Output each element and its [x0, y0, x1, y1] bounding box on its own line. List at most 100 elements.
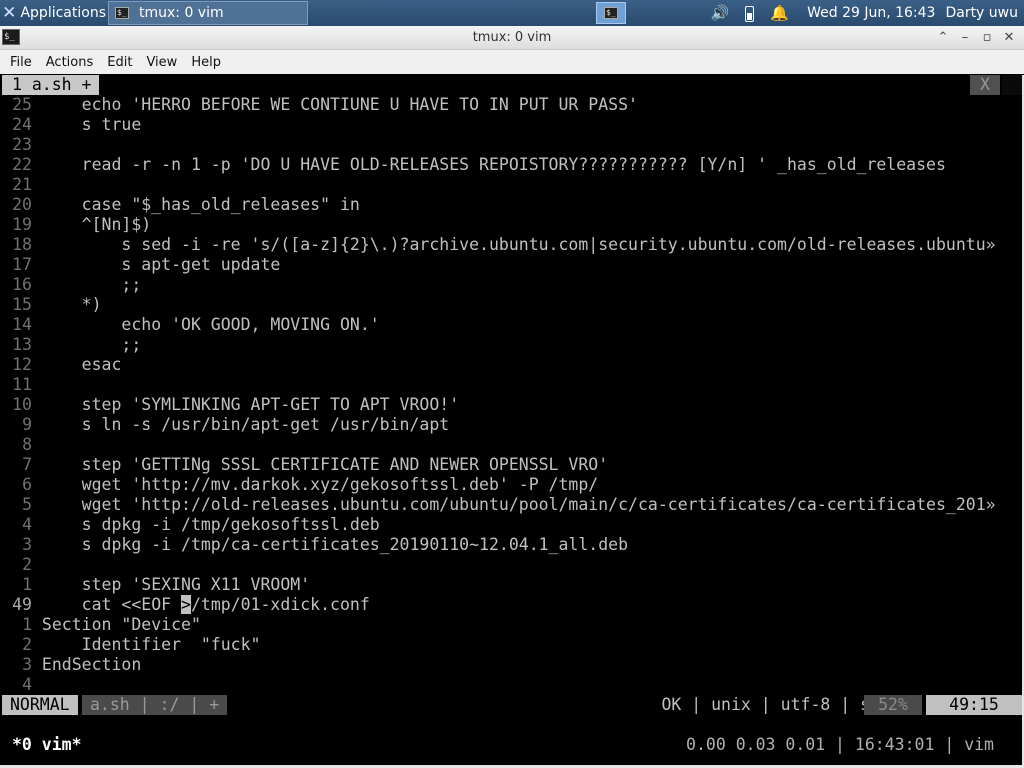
line-number: 2	[22, 555, 32, 574]
code-line[interactable]: 11	[2, 375, 42, 395]
window-title: tmux: 0 vim	[472, 30, 552, 45]
code-line[interactable]: 4	[2, 675, 42, 695]
battery-icon[interactable]	[745, 4, 755, 22]
line-text: s dpkg -i /tmp/ca-certificates_20190110~…	[32, 535, 629, 554]
line-number: 23	[12, 135, 32, 154]
line-text	[32, 375, 42, 395]
line-number: 2	[22, 635, 32, 654]
code-line[interactable]: 7 step 'GETTINg SSSL CERTIFICATE AND NEW…	[2, 455, 608, 475]
line-text: Identifier "fuck"	[32, 635, 261, 654]
line-text: case "$_has_old_releases" in	[32, 195, 360, 214]
terminal-area[interactable]: 1 a.sh + X 25 echo 'HERRO BEFORE WE CONT…	[2, 75, 1022, 765]
menu-file[interactable]: File	[10, 55, 32, 70]
line-number: 18	[12, 235, 32, 254]
line-number: 4	[22, 675, 32, 694]
code-line[interactable]: 9 s ln -s /usr/bin/apt-get /usr/bin/apt	[2, 415, 449, 435]
code-line[interactable]: 15 *)	[2, 295, 101, 315]
code-line[interactable]: 14 echo 'OK GOOD, MOVING ON.'	[2, 315, 380, 335]
menu-help[interactable]: Help	[191, 55, 221, 70]
code-line[interactable]: 25 echo 'HERRO BEFORE WE CONTIUNE U HAVE…	[2, 95, 638, 115]
workspace-switcher[interactable]: $_	[596, 2, 626, 24]
code-line[interactable]: 6 wget 'http://mv.darkok.xyz/gekosoftssl…	[2, 475, 598, 495]
line-number: 16	[12, 275, 32, 294]
line-number: 12	[12, 355, 32, 374]
line-text: step 'SEXING X11 VROOM'	[32, 575, 311, 594]
code-line[interactable]: 24 s true	[2, 115, 141, 135]
line-text: s true	[32, 115, 142, 134]
code-line[interactable]: 23	[2, 135, 42, 155]
tmux-statusbar: *0 vim* 0.00 0.03 0.01 | 16:43:01 | vim	[2, 735, 1022, 755]
code-line[interactable]: 17 s apt-get update	[2, 255, 280, 275]
line-number: 17	[12, 255, 32, 274]
vim-tabline: 1 a.sh + X	[2, 75, 1022, 95]
panel-clock[interactable]: Wed 29 Jun, 16:43	[807, 5, 935, 21]
code-line[interactable]: 20 case "$_has_old_releases" in	[2, 195, 360, 215]
vim-tab-close-button[interactable]: X	[970, 75, 1000, 95]
scrollbar[interactable]	[1002, 75, 1022, 95]
code-line[interactable]: 10 step 'SYMLINKING APT-GET TO APT VROO!…	[2, 395, 459, 415]
code-line[interactable]: 16 ;;	[2, 275, 141, 295]
text-cursor: >	[181, 595, 191, 614]
code-line[interactable]: 1 Section "Device"	[2, 615, 201, 635]
code-line[interactable]: 19 ^[Nn]$)	[2, 215, 151, 235]
mode-indicator: NORMAL	[2, 695, 78, 715]
line-number: 25	[12, 95, 32, 114]
code-line[interactable]: 4 s dpkg -i /tmp/gekosoftssl.deb	[2, 515, 380, 535]
bell-icon[interactable]: 🔔	[770, 4, 789, 22]
xfce-logo-icon: ✕	[2, 3, 17, 23]
line-number: 15	[12, 295, 32, 314]
taskbar-item-tmux[interactable]: $_ tmux: 0 vim	[108, 1, 308, 25]
line-text: s apt-get update	[32, 255, 281, 274]
line-number: 13	[12, 335, 32, 354]
line-text	[32, 135, 42, 155]
speaker-icon[interactable]: 🔊	[711, 4, 730, 22]
system-tray: 🔊 🔔 Wed 29 Jun, 16:43 Darty uwu	[703, 0, 1024, 26]
code-line[interactable]: 2 Identifier "fuck"	[2, 635, 260, 655]
menu-edit[interactable]: Edit	[107, 55, 132, 70]
close-icon[interactable]: ✕	[1000, 29, 1018, 47]
maximize-icon[interactable]: ▫	[978, 29, 996, 47]
code-line[interactable]: 2	[2, 555, 42, 575]
minimize-icon[interactable]: –	[956, 29, 974, 47]
code-line[interactable]: 49 cat <<EOF >/tmp/01-xdick.conf	[2, 595, 370, 615]
line-text: step 'GETTINg SSSL CERTIFICATE AND NEWER…	[32, 455, 609, 474]
code-line[interactable]: 8	[2, 435, 42, 455]
code-line[interactable]: 5 wget 'http://old-releases.ubuntu.com/u…	[2, 495, 996, 515]
menu-actions[interactable]: Actions	[46, 55, 94, 70]
vim-tab[interactable]: 1 a.sh +	[2, 75, 100, 95]
code-line[interactable]: 3 s dpkg -i /tmp/ca-certificates_2019011…	[2, 535, 628, 555]
line-text: wget 'http://mv.darkok.xyz/gekosoftssl.d…	[32, 475, 599, 494]
line-number: 6	[22, 475, 32, 494]
line-text: EndSection	[32, 655, 142, 674]
code-line[interactable]: 12 esac	[2, 355, 121, 375]
line-number: 19	[12, 215, 32, 234]
tmux-window-list[interactable]: *0 vim*	[12, 735, 82, 755]
applications-label: Applications	[20, 5, 106, 21]
line-number: 4	[22, 515, 32, 534]
file-segment: a.sh | :/ | +	[82, 695, 228, 715]
window-titlebar[interactable]: $_ tmux: 0 vim ⌃ – ▫ ✕	[0, 26, 1024, 50]
file-info: OK | unix | utf-8 | sh	[661, 695, 880, 714]
line-text: cat <<EOF >/tmp/01-xdick.conf	[32, 595, 370, 614]
line-number: 10	[12, 395, 32, 414]
code-line[interactable]: 21	[2, 175, 42, 195]
taskbar-item-label: tmux: 0 vim	[139, 5, 224, 21]
line-number: 7	[22, 455, 32, 474]
code-line[interactable]: 3 EndSection	[2, 655, 141, 675]
applications-menu-button[interactable]: ✕ Applications	[0, 0, 106, 26]
top-panel: ✕ Applications $_ tmux: 0 vim $_ 🔊 🔔 Wed…	[0, 0, 1024, 26]
line-number: 11	[12, 375, 32, 394]
code-line[interactable]: 22 read -r -n 1 -p 'DO U HAVE OLD-RELEAS…	[2, 155, 946, 175]
tmux-status-right: 0.00 0.03 0.01 | 16:43:01 | vim	[686, 735, 994, 754]
line-number: 22	[12, 155, 32, 174]
code-line[interactable]: 13 ;;	[2, 335, 141, 355]
menu-view[interactable]: View	[146, 55, 177, 70]
scroll-percent: 52%	[864, 695, 922, 715]
code-line[interactable]: 1 step 'SEXING X11 VROOM'	[2, 575, 310, 595]
user-name[interactable]: Darty uwu	[945, 5, 1018, 21]
cursor-position: 49:15	[926, 695, 1022, 715]
line-text: ;;	[32, 275, 142, 294]
code-line[interactable]: 18 s sed -i -re 's/([a-z]{2}\.)?archive.…	[2, 235, 995, 255]
chevron-up-icon[interactable]: ⌃	[934, 29, 952, 47]
line-number: 9	[22, 415, 32, 434]
